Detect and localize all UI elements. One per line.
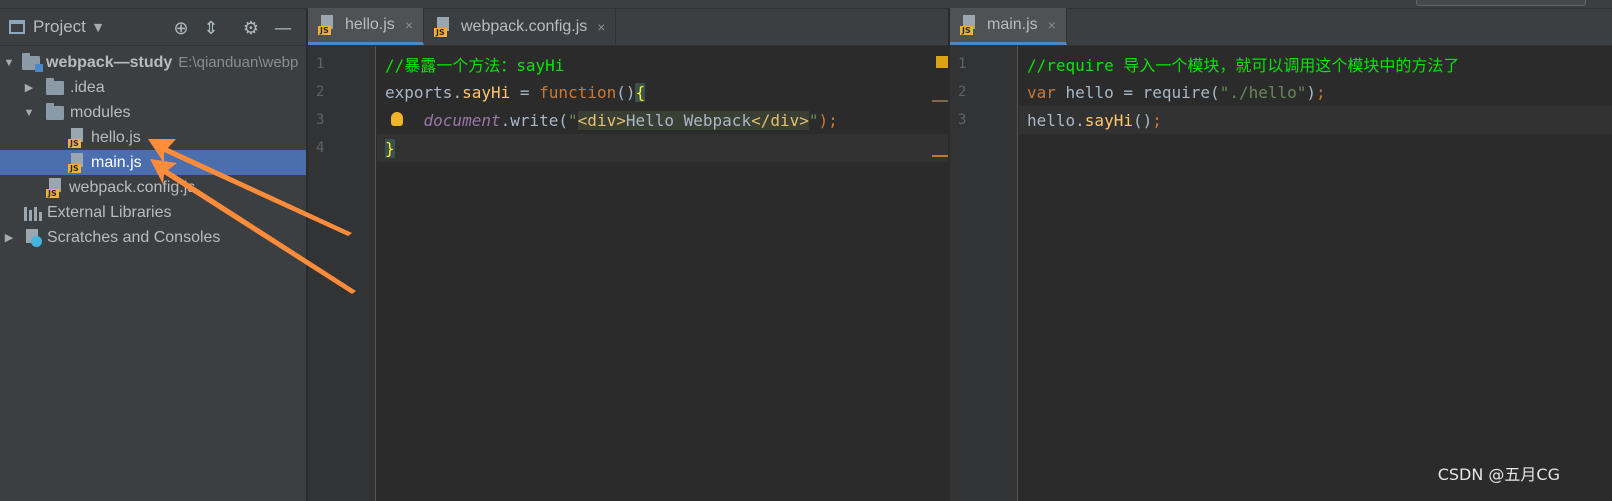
tree-item-external-libraries[interactable]: External Libraries [0,200,306,225]
expand-arrow-icon[interactable]: ▼ [2,57,16,69]
js-file-icon: JS [68,152,86,173]
code-line-4: } [377,134,948,162]
project-toolbar: Project ▼ ⊕ ⇕ ⚙ — [0,9,306,46]
right-code-area[interactable]: //require 导入一个模块，就可以调用这个模块中的方法了 var hell… [1019,46,1612,501]
tree-item-label: hello.js [91,128,141,146]
tab-hello-js[interactable]: JS hello.js × [308,8,424,45]
tree-item-scratches[interactable]: ▶ Scratches and Consoles [0,225,306,250]
tab-webpack-config[interactable]: JS webpack.config.js × [424,8,617,45]
watermark: CSDN @五月CG [1437,465,1560,484]
tab-label: hello.js [345,16,395,33]
tree-item-label: .idea [70,78,105,96]
left-code-area[interactable]: //暴露一个方法：sayHi exports. sayHi = function(… [377,46,948,501]
js-file-icon: JS [46,177,64,198]
warning-marker-icon[interactable] [936,56,948,68]
tree-root-path: E:\qianduan\webp [178,54,299,71]
expand-arrow-icon[interactable]: ▼ [22,107,36,119]
tree-root[interactable]: ▼ webpack—study E:\qianduan\webp [0,50,306,75]
chevron-down-icon[interactable]: ▼ [94,21,102,34]
tab-label: webpack.config.js [461,17,588,35]
right-tab-bar: JS main.js × [950,8,1612,46]
library-icon [24,205,42,221]
tree-item-hello-js[interactable]: JS hello.js [0,125,306,150]
locate-target-icon[interactable]: ⊕ [170,17,192,39]
tab-label: main.js [987,16,1038,33]
tree-item-idea[interactable]: ▶ .idea [0,75,306,100]
left-gutter: 1 2 3 4 [308,46,376,501]
code-line-2: exports. sayHi = function(){ [385,82,646,102]
project-tree: ▼ webpack—study E:\qianduan\webp ▶ .idea… [0,46,306,250]
tab-main-js[interactable]: JS main.js × [950,8,1067,45]
tree-item-label: main.js [91,153,142,171]
top-strip [0,0,1612,9]
module-folder-icon [22,52,43,72]
line-number: 1 [958,56,967,72]
scratches-icon [24,228,42,247]
project-panel: Project ▼ ⊕ ⇕ ⚙ — ▼ webpack—study E:\qia… [0,9,307,501]
tree-root-label: webpack—study [46,53,173,71]
line-number: 3 [958,112,967,128]
code-line-1: //暴露一个方法：sayHi [385,56,565,75]
hide-panel-icon[interactable]: — [272,17,294,39]
tree-item-modules[interactable]: ▼ modules [0,100,306,125]
tree-item-label: External Libraries [47,203,172,221]
line-number: 4 [316,140,325,156]
close-icon[interactable]: × [405,17,413,33]
scroll-marker[interactable] [932,155,948,157]
line-number: 3 [316,112,325,128]
code-line-3: document .write(" <div> Hello Webpack </div>… [423,110,838,130]
scroll-marker[interactable] [932,100,948,102]
gear-icon[interactable]: ⚙ [240,17,262,39]
folder-icon [46,102,64,120]
js-file-icon: JS [434,16,452,37]
lightbulb-icon[interactable] [391,112,403,126]
line-number: 1 [316,56,325,72]
right-editor: JS main.js × 1 2 3 //require 导入一个模块，就可以调… [950,8,1612,501]
tree-item-main-js[interactable]: JS main.js [0,150,306,175]
code-line-1: //require 导入一个模块，就可以调用这个模块中的方法了 [1027,56,1460,75]
tree-item-label: modules [70,103,131,121]
code-line-2: var hello = require("./hello"); [1027,82,1326,102]
tree-item-label: webpack.config.js [69,178,196,196]
left-tab-bar: JS hello.js × JS webpack.config.js × [308,8,948,46]
close-icon[interactable]: × [597,19,605,35]
code-line-3: hello. sayHi(); [1019,106,1612,134]
collapse-arrow-icon[interactable]: ▶ [22,81,36,94]
tree-item-label: Scratches and Consoles [47,228,221,246]
line-number: 2 [316,84,325,100]
line-number: 2 [958,84,967,100]
js-file-icon: JS [68,127,86,148]
top-search-box[interactable] [1416,0,1586,6]
collapse-all-icon[interactable]: ⇕ [200,17,222,39]
project-window-icon [9,20,25,34]
folder-icon [46,77,64,95]
left-editor: JS hello.js × JS webpack.config.js × 1 2… [308,8,948,501]
collapse-arrow-icon[interactable]: ▶ [2,231,16,244]
project-panel-title[interactable]: Project [33,17,86,37]
right-gutter: 1 2 3 [950,46,1018,501]
close-icon[interactable]: × [1048,17,1056,33]
tree-item-webpack-config[interactable]: JS webpack.config.js [0,175,306,200]
js-file-icon: JS [960,15,978,35]
js-file-icon: JS [318,15,336,35]
